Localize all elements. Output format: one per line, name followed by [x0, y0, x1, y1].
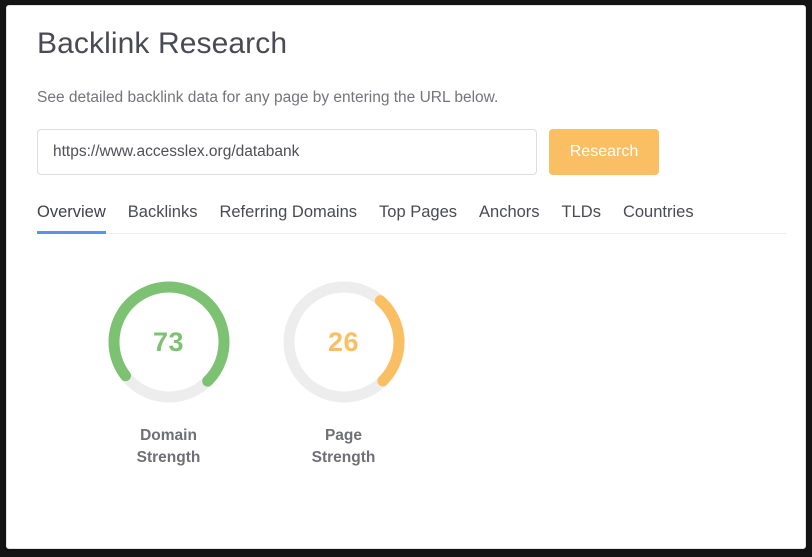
domain-strength-value: 73 [152, 326, 185, 357]
tab-top-pages[interactable]: Top Pages [379, 203, 457, 235]
page-strength-label-line1: Page [324, 427, 363, 445]
tab-anchors[interactable]: Anchors [479, 203, 540, 235]
page-title: Backlink Research [37, 27, 288, 60]
domain-strength-donut: 73 [103, 276, 235, 408]
domain-strength-label-line2: Strength [136, 448, 201, 466]
page-strength-label: Page Strength [256, 425, 431, 468]
page-subtitle: See detailed backlink data for any page … [37, 88, 499, 106]
tab-bar: Overview Backlinks Referring Domains Top… [37, 203, 787, 235]
research-button[interactable]: Research [549, 128, 659, 175]
screenshot-frame: Backlink Research See detailed backlink … [0, 0, 812, 557]
domain-strength-label: Domain Strength [81, 425, 256, 468]
url-search-row: Research [37, 128, 787, 175]
page-strength-value: 26 [327, 326, 360, 357]
tab-backlinks[interactable]: Backlinks [128, 203, 198, 235]
domain-strength-label-line1: Domain [140, 427, 197, 445]
tab-tlds[interactable]: TLDs [562, 203, 601, 235]
page-strength-gauge: 26 Page Strength [256, 276, 431, 468]
tab-overview[interactable]: Overview [37, 203, 106, 235]
tab-referring-domains[interactable]: Referring Domains [219, 203, 357, 235]
search-input[interactable] [37, 128, 537, 175]
tab-countries[interactable]: Countries [623, 203, 694, 235]
strength-gauges: 73 Domain Strength 26 Page Strength [37, 276, 787, 468]
backlink-research-card: Backlink Research See detailed backlink … [6, 5, 806, 549]
page-strength-donut: 26 [278, 276, 410, 408]
page-strength-label-line2: Strength [311, 448, 376, 466]
domain-strength-gauge: 73 Domain Strength [81, 276, 256, 468]
card-content: Backlink Research See detailed backlink … [37, 6, 787, 548]
